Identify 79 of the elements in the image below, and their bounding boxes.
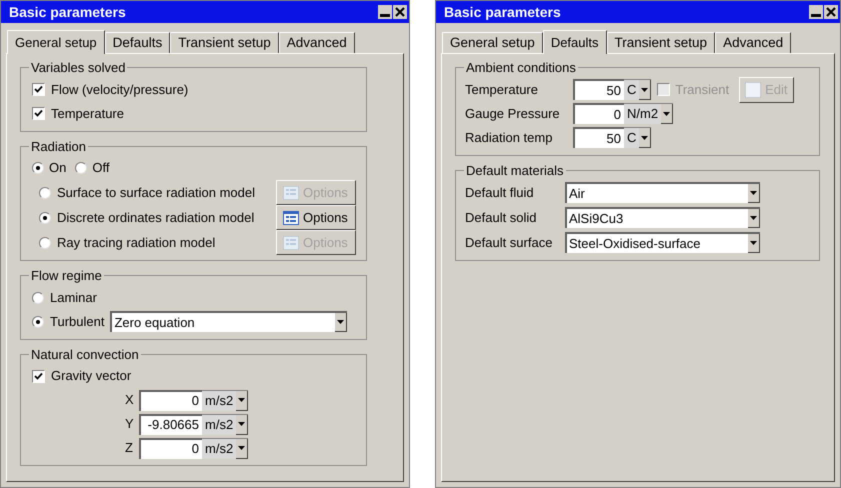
list-icon (283, 186, 299, 200)
field-label: Temperature (465, 80, 539, 99)
field-label: Default solid (465, 208, 538, 227)
checkbox-label: Transient (675, 80, 730, 99)
tab[interactable]: Defaults (104, 32, 170, 53)
radio-label: Off (92, 159, 110, 178)
unit-label: m/s2 (204, 440, 234, 458)
window-title: Basic parameters (444, 2, 561, 22)
radio-button[interactable] (32, 316, 44, 328)
dropdown[interactable]: Zero equation (110, 311, 348, 332)
unit-label: N/m2 (626, 105, 660, 124)
blank-page-icon (745, 82, 762, 98)
radio-label: Laminar (50, 288, 97, 307)
radio-button[interactable] (39, 236, 51, 248)
window-title: Basic parameters (9, 2, 126, 22)
number-field[interactable]: 0 (139, 438, 202, 458)
number-field[interactable]: 0 (139, 390, 202, 410)
checkbox[interactable] (32, 83, 45, 96)
radio-label: Turbulent (50, 312, 104, 331)
checkbox[interactable] (32, 370, 45, 382)
field-label: Gauge Pressure (465, 104, 561, 123)
group-title: Radiation (30, 138, 87, 156)
radio-button[interactable] (75, 162, 88, 174)
number-field[interactable]: 50 (573, 127, 624, 148)
close-button[interactable] (393, 5, 407, 19)
number-field[interactable]: 0 (573, 103, 624, 124)
radio-button[interactable] (39, 186, 51, 198)
radio-button[interactable] (32, 292, 44, 304)
axis-label: X (125, 391, 135, 410)
dropdown[interactable]: Air (565, 182, 760, 203)
list-icon (283, 210, 299, 224)
radio-label: On (49, 159, 66, 178)
axis-label: Y (125, 415, 135, 434)
tab[interactable]: General setup (442, 32, 543, 53)
unit-label: C (626, 129, 638, 148)
field-label: Default fluid (465, 184, 535, 202)
radio-label: Surface to surface radiation model (57, 184, 256, 202)
tab[interactable]: Transient setup (170, 32, 279, 53)
group-title: Flow regime (30, 267, 103, 285)
radio-button[interactable] (32, 162, 44, 174)
minimize-button[interactable] (378, 5, 392, 19)
minimize-icon (811, 14, 821, 17)
checkbox-label: Temperature (51, 104, 124, 123)
axis-label: Z (125, 439, 134, 458)
checkbox-label: Gravity vector (51, 367, 132, 386)
dropdown-value: Steel-Oxidised-surface (568, 234, 702, 253)
tab[interactable]: Defaults (542, 30, 607, 54)
unit-label: C (626, 81, 638, 100)
close-icon (395, 7, 405, 17)
close-button[interactable] (824, 5, 838, 19)
unit-label: m/s2 (204, 416, 234, 434)
group-title: Natural convection (30, 346, 140, 364)
tab[interactable]: General setup (7, 30, 105, 54)
group-title: Variables solved (30, 59, 126, 77)
minimize-button[interactable] (809, 5, 823, 19)
group-title: Default materials (465, 162, 565, 180)
minimize-icon (380, 14, 390, 17)
group-title: Ambient conditions (465, 59, 577, 77)
radio-label: Ray tracing radiation model (57, 234, 216, 252)
dropdown-value: Air (568, 184, 586, 203)
checkbox[interactable] (32, 107, 45, 120)
field-label: Radiation temp (465, 128, 554, 147)
list-icon (283, 236, 299, 250)
tab[interactable]: Advanced (278, 32, 355, 53)
number-field[interactable]: 50 (573, 79, 624, 100)
tab[interactable]: Advanced (715, 32, 792, 53)
checkbox-label: Flow (velocity/pressure) (51, 80, 188, 99)
field-label: Default surface (465, 234, 554, 252)
radio-label: Discrete ordinates radiation model (57, 208, 256, 227)
options-button[interactable]: Options (276, 205, 356, 230)
radio-button[interactable] (39, 212, 51, 224)
close-icon (826, 7, 836, 17)
dropdown-value: Zero equation (113, 314, 196, 332)
number-field[interactable]: -9.80665 (139, 414, 202, 434)
dropdown[interactable]: Steel-Oxidised-surface (565, 232, 760, 253)
dropdown[interactable]: AlSi9Cu3 (565, 207, 760, 228)
dropdown-value: AlSi9Cu3 (568, 210, 624, 228)
tab[interactable]: Transient setup (606, 32, 716, 53)
unit-label: m/s2 (204, 392, 234, 410)
